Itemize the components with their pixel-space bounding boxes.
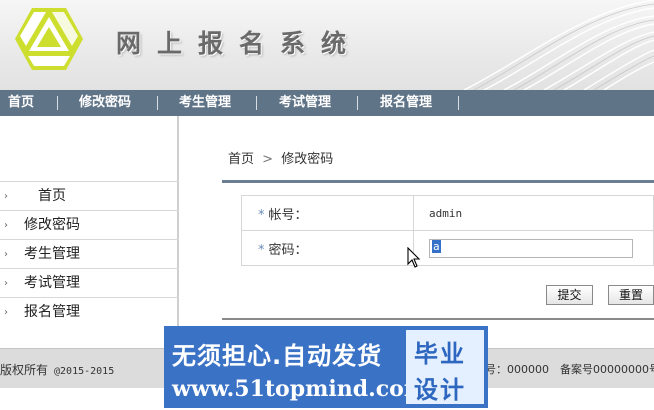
- copyright-text: 版权所有 @2015-2015: [0, 361, 114, 378]
- sidebar-item-label: 考试管理: [24, 275, 80, 291]
- chevron-right-icon: >: [262, 152, 274, 167]
- sidebar-item-label: 首页: [38, 188, 66, 204]
- chevron-right-icon: ›: [4, 191, 8, 202]
- icp-number: 备案号00000000号: [560, 363, 654, 376]
- chevron-right-icon: ›: [4, 249, 8, 260]
- chevron-right-icon: ›: [4, 307, 8, 318]
- sidebar-item-label: 报名管理: [24, 304, 80, 320]
- decorative-swirl: [464, 0, 654, 90]
- required-mark: *: [258, 207, 265, 223]
- submit-button[interactable]: 提交: [546, 285, 593, 305]
- nav-change-password[interactable]: 修改密码: [58, 90, 158, 116]
- ad-url: www.51topmind.com: [172, 376, 428, 402]
- breadcrumb-current: 修改密码: [281, 152, 334, 167]
- password-value-cell: a: [413, 230, 654, 266]
- password-form: * 帐号： admin * 密码： a: [241, 195, 654, 266]
- breadcrumb-home[interactable]: 首页: [228, 152, 254, 167]
- reset-button[interactable]: 重置: [608, 285, 654, 305]
- nav-registration-management[interactable]: 报名管理: [358, 90, 459, 116]
- password-row: * 密码： a: [241, 230, 654, 266]
- copyright-label: 版权所有: [0, 363, 49, 377]
- ad-slogan: 无须担心.自动发货: [172, 342, 383, 370]
- password-label-cell: * 密码：: [241, 230, 414, 266]
- sidebar-item-registration-management[interactable]: › 报名管理: [0, 297, 179, 326]
- account-value-cell: admin: [413, 195, 654, 231]
- nav-exam-management[interactable]: 考试管理: [257, 90, 358, 116]
- nav-candidate-management[interactable]: 考生管理: [158, 90, 257, 116]
- ad-badge: 毕业 设计: [406, 330, 484, 404]
- sidebar-item-change-password[interactable]: › 修改密码: [0, 210, 179, 239]
- breadcrumb: 首页 > 修改密码: [228, 148, 333, 167]
- change-password-panel: * 帐号： admin * 密码： a 提交 重置: [222, 180, 654, 320]
- site-title: 网上报名系统: [116, 29, 363, 58]
- password-label: 密码：: [268, 242, 308, 258]
- page-header: 网上报名系统: [0, 0, 654, 90]
- ad-badge-top: 毕业: [414, 340, 466, 368]
- chevron-right-icon: ›: [4, 220, 8, 231]
- sidebar: › 首页 › 修改密码 › 考生管理 › 考试管理 › 报名管理: [0, 116, 179, 348]
- password-input[interactable]: a: [429, 238, 633, 258]
- mouse-cursor-icon: [407, 247, 421, 268]
- sidebar-item-label: 考生管理: [24, 246, 80, 262]
- sidebar-item-label: 修改密码: [24, 217, 80, 233]
- top-nav: 首页 修改密码 考生管理 考试管理 报名管理: [0, 90, 654, 116]
- watermark-ad: 无须担心.自动发货 www.51topmind.com 毕业 设计: [164, 326, 488, 408]
- nav-home[interactable]: 首页: [0, 90, 58, 116]
- logo-icon: [15, 8, 83, 70]
- account-value: admin: [429, 206, 463, 220]
- password-input-value: a: [432, 239, 441, 253]
- required-mark: *: [258, 242, 265, 258]
- phone-text: 号：000000: [485, 363, 549, 376]
- sidebar-item-candidate-management[interactable]: › 考生管理: [0, 239, 179, 268]
- ad-badge-bottom: 设计: [414, 376, 466, 404]
- account-row: * 帐号： admin: [241, 195, 654, 231]
- sidebar-item-exam-management[interactable]: › 考试管理: [0, 268, 179, 297]
- sidebar-item-home[interactable]: › 首页: [0, 181, 179, 210]
- account-label-cell: * 帐号：: [241, 195, 414, 231]
- copyright-years: @2015-2015: [54, 366, 115, 377]
- chevron-right-icon: ›: [4, 278, 8, 289]
- account-label: 帐号：: [268, 207, 308, 223]
